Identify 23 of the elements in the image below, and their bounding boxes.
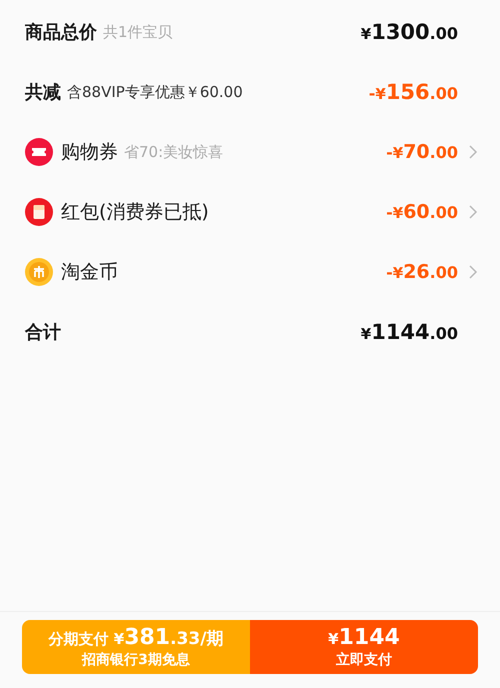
ticket-icon — [25, 138, 53, 166]
installment-button[interactable]: 分期支付 ¥381.33/期 招商银行3期免息 — [22, 620, 250, 674]
amount: -¥70.00 — [386, 141, 458, 163]
chevron-icon[interactable] — [468, 145, 478, 159]
chevron-icon[interactable] — [468, 205, 478, 219]
coin-icon — [25, 258, 53, 286]
row-note: 省70:美妆惊喜 — [124, 142, 224, 162]
row-label: 红包(消费券已抵) — [61, 200, 209, 225]
row-label: 淘金币 — [61, 260, 118, 285]
row-label: 商品总价 — [25, 21, 97, 44]
row-label: 购物券 — [61, 140, 118, 165]
row-label: 合计 — [25, 321, 61, 344]
envelope-icon — [25, 198, 53, 226]
pay-button[interactable]: ¥1144 立即支付 — [250, 620, 478, 674]
chevron-icon[interactable] — [468, 265, 478, 279]
amount: -¥156.00 — [368, 80, 458, 104]
amount: ¥1300.00 — [360, 20, 458, 44]
amount: ¥1144.00 — [360, 320, 458, 344]
amount: -¥60.00 — [386, 201, 458, 223]
row-note: 共1件宝贝 — [103, 22, 173, 42]
amount: -¥26.00 — [386, 261, 458, 283]
row-note: 含88VIP专享优惠￥60.00 — [67, 82, 243, 102]
row-label: 共减 — [25, 81, 61, 104]
